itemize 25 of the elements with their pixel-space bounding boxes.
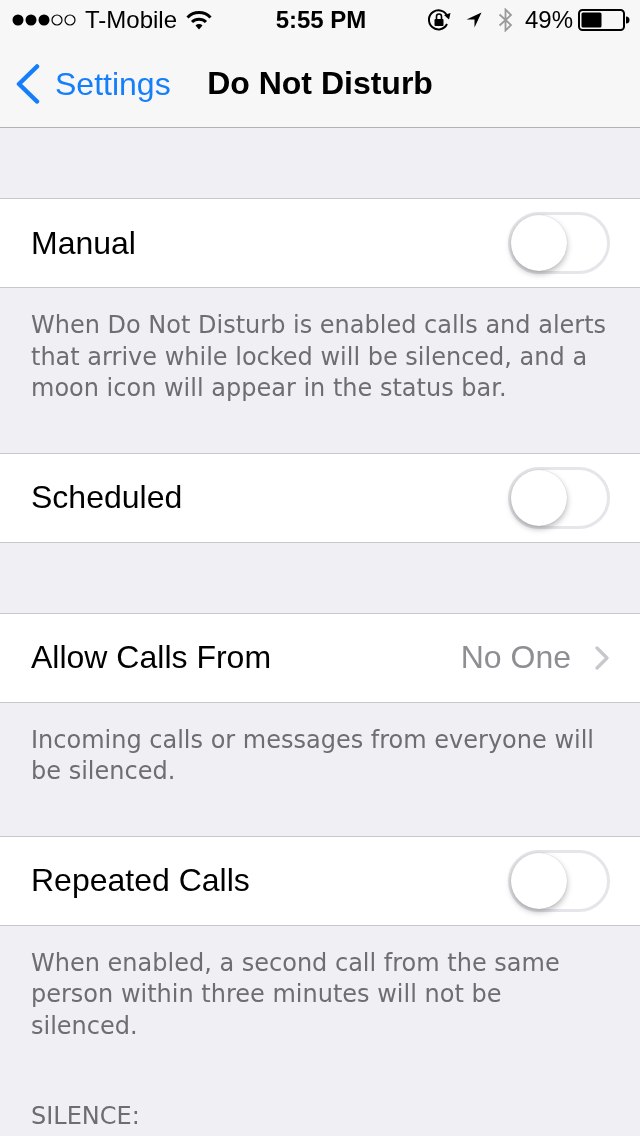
- wifi-icon: [186, 10, 213, 30]
- toggle-switch[interactable]: [508, 212, 610, 274]
- toggle-switch[interactable]: [508, 466, 610, 529]
- back-button[interactable]: Settings: [0, 63, 171, 104]
- battery-icon: [578, 9, 630, 31]
- bluetooth-icon: [497, 8, 513, 32]
- section-footer: When Do Not Disturb is enabled calls and alerts that arrive while locked will be silenced, and a moon icon will appear in the status bar.: [0, 288, 640, 453]
- status-time: 5:55 PM: [275, 6, 367, 34]
- chevron-left-icon: [15, 63, 41, 104]
- row-label: Repeated Calls: [31, 862, 250, 899]
- row-label: Scheduled: [31, 479, 183, 516]
- toggle-switch[interactable]: [508, 849, 610, 912]
- row-label: Allow Calls From: [31, 639, 272, 676]
- carrier-name: T-Mobile: [85, 6, 178, 34]
- page-title: Do Not Disturb: [206, 65, 434, 102]
- chevron-right-icon: [595, 645, 610, 670]
- battery-percent: 49%: [524, 6, 573, 34]
- section-header: SILENCE:: [30, 1101, 141, 1132]
- section-footer: Incoming calls or messages from everyone will be silenced.: [0, 702, 640, 836]
- row-label: Manual: [31, 224, 136, 262]
- rotation-lock-icon: [426, 7, 452, 33]
- signal-strength-icon: [12, 13, 76, 27]
- location-arrow-icon: [465, 12, 482, 28]
- section-footer: When enabled, a second call from the same person within three minutes will not be silenced.: [0, 925, 640, 1090]
- row-value: No One: [460, 639, 571, 676]
